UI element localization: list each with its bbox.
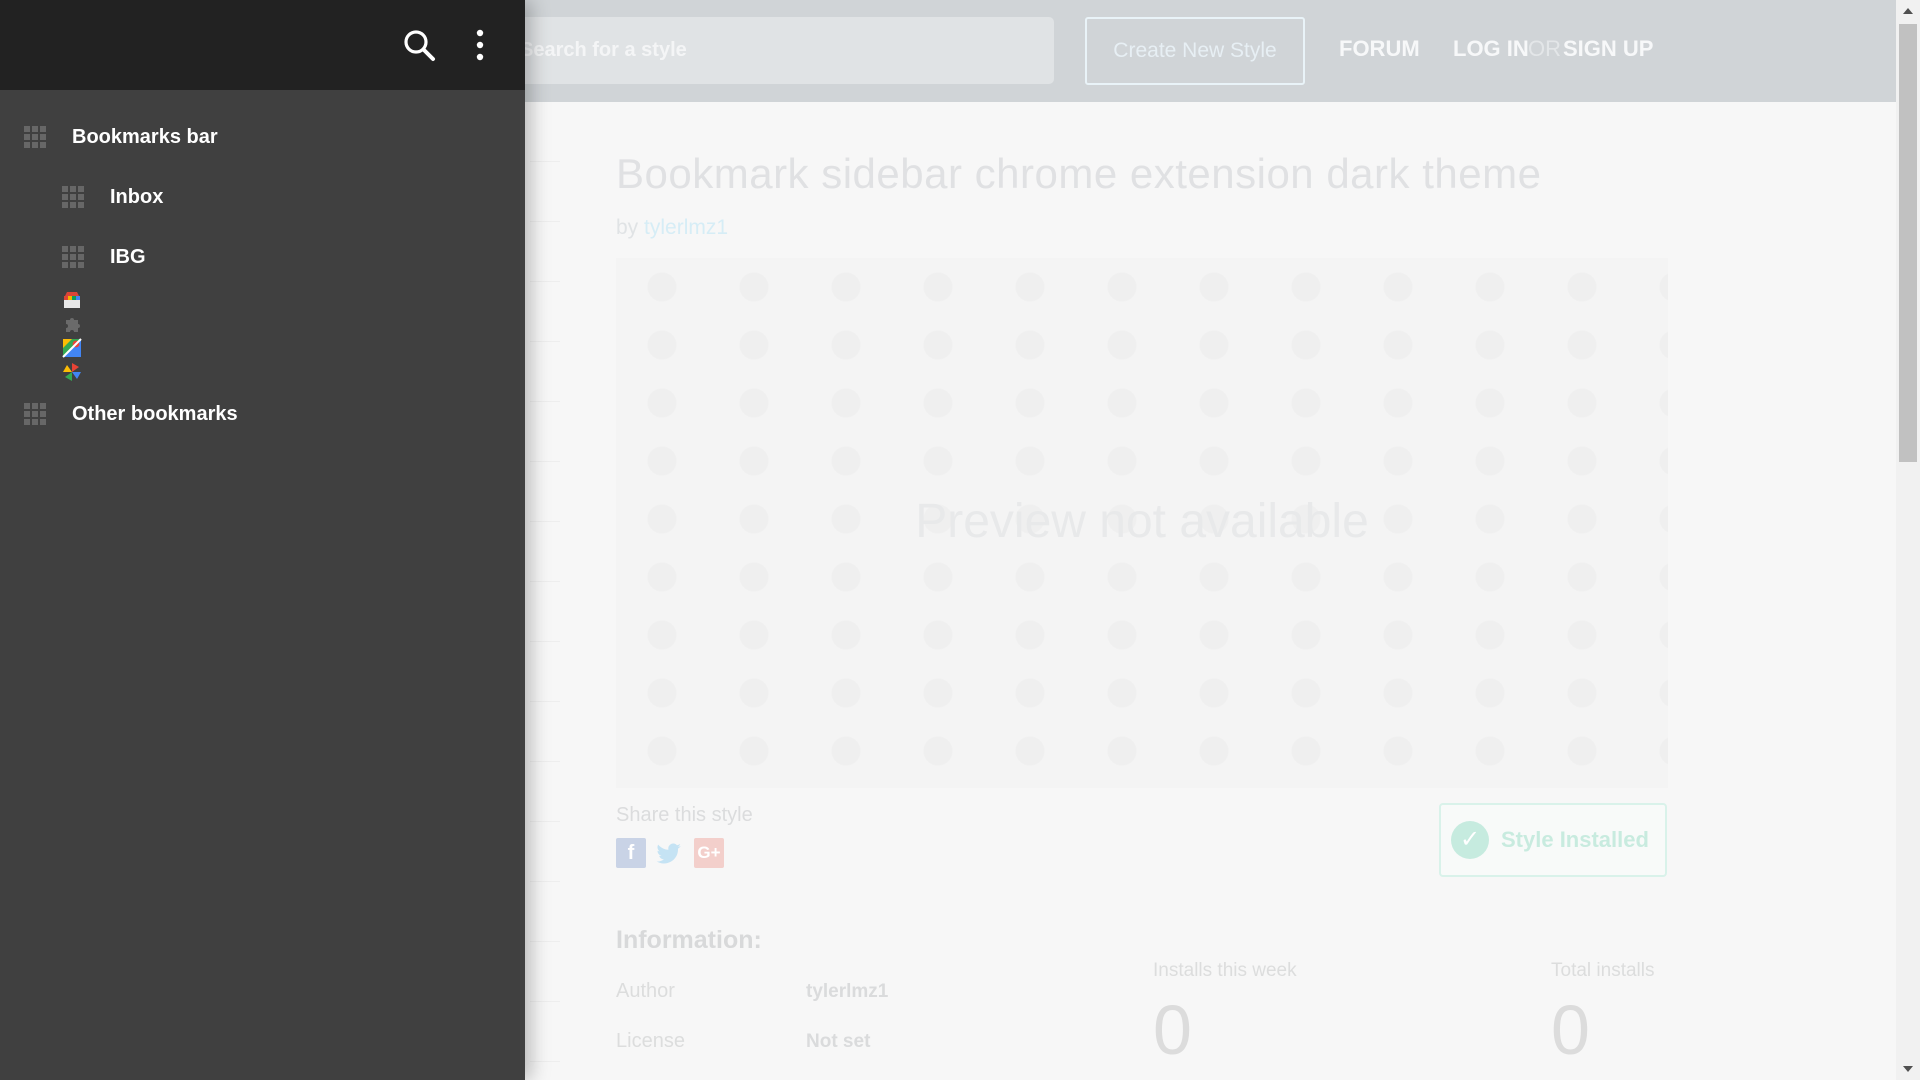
style-title: Bookmark sidebar chrome extension dark t… (616, 150, 1542, 197)
search-icon[interactable] (402, 28, 436, 62)
bookmark-folder-label: Other bookmarks (72, 402, 238, 425)
background-row-lines (530, 102, 560, 1080)
puzzle-icon[interactable] (62, 314, 82, 334)
installs-week-label: Installs this week (1153, 960, 1297, 981)
style-installed-button[interactable]: ✓ Style Installed (1439, 803, 1667, 877)
scroll-down-arrow-icon[interactable] (1903, 1066, 1913, 1072)
create-new-style-button[interactable]: Create New Style (1085, 17, 1305, 85)
forum-link[interactable]: FORUM (1339, 36, 1420, 62)
folder-grid-icon (24, 126, 46, 148)
bookmark-folder-bookmarks-bar[interactable]: Bookmarks bar (24, 114, 218, 160)
check-icon: ✓ (1451, 821, 1489, 859)
bookmark-folder-inbox[interactable]: Inbox (62, 174, 163, 220)
share-label: Share this style (616, 804, 753, 826)
style-installed-label: Style Installed (1501, 827, 1649, 852)
information-heading: Information: (616, 926, 762, 954)
info-author-value[interactable]: tylerlmz1 (806, 981, 888, 1003)
byline-prefix: by (616, 216, 639, 239)
store-icon[interactable] (62, 290, 82, 310)
login-link[interactable]: LOG IN (1453, 36, 1529, 62)
author-link[interactable]: tylerlmz1 (644, 216, 728, 239)
sidebar-header (0, 0, 525, 90)
style-preview: Preview not available (616, 258, 1668, 788)
installs-week-value: 0 (1153, 991, 1192, 1069)
folder-grid-icon (62, 246, 84, 268)
info-license-label: License (616, 1030, 685, 1052)
bookmark-folder-label: Inbox (110, 185, 164, 208)
google-plus-icon[interactable]: G+ (694, 838, 724, 868)
bookmark-folder-ibg[interactable]: IBG (62, 234, 146, 280)
bookmark-folder-label: IBG (110, 245, 146, 268)
scrollbar-thumb[interactable] (1899, 24, 1917, 462)
twitter-icon[interactable] (655, 838, 685, 868)
page-scrollbar[interactable] (1896, 0, 1920, 1080)
login-or-text: OR (1528, 36, 1561, 61)
style-byline: by tylerlmz1 (616, 216, 728, 240)
folder-grid-icon (62, 186, 84, 208)
maps-icon[interactable] (62, 338, 82, 358)
preview-unavailable-text: Preview not available (915, 495, 1369, 548)
bookmark-folder-label: Bookmarks bar (72, 125, 218, 148)
folder-grid-icon (24, 403, 46, 425)
scroll-up-arrow-icon[interactable] (1903, 8, 1913, 14)
signup-link[interactable]: SIGN UP (1563, 36, 1653, 62)
bookmark-sidebar: Bookmarks bar Inbox IBG Other bookmarks (0, 0, 525, 1080)
pinwheel-icon[interactable] (62, 362, 82, 382)
total-installs-label: Total installs (1551, 960, 1655, 981)
more-vert-icon[interactable] (470, 26, 490, 64)
bookmark-folder-other-bookmarks[interactable]: Other bookmarks (24, 391, 238, 437)
info-license-value: Not set (806, 1031, 871, 1052)
total-installs-value: 0 (1551, 991, 1590, 1069)
facebook-icon[interactable]: f (616, 838, 646, 868)
style-search-input[interactable]: Search for a style (440, 17, 1054, 84)
info-author-label: Author (616, 980, 675, 1002)
